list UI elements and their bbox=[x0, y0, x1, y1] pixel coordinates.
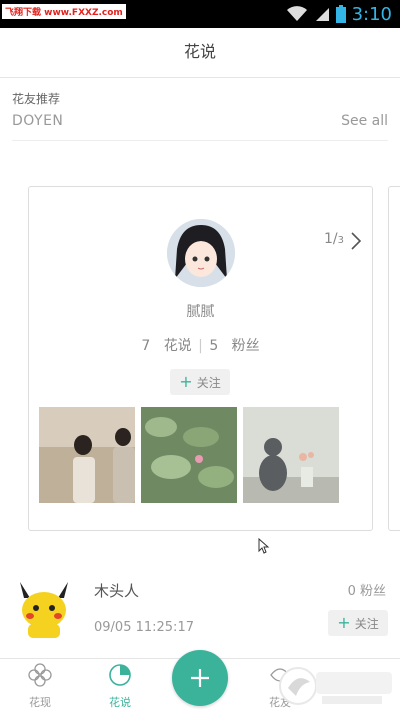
chat-leaf-icon bbox=[109, 664, 131, 686]
card-stats: 7 花说 | 5 粉丝 bbox=[29, 335, 372, 355]
battery-icon bbox=[335, 5, 346, 23]
plus-icon: + bbox=[179, 372, 193, 391]
tab-huaxian[interactable]: 花现 bbox=[10, 663, 70, 710]
status-bar: 飞翔下载 www.FXXZ.com 3:10 bbox=[0, 0, 400, 28]
tab-label: 花现 bbox=[29, 696, 51, 709]
follow-label: 关注 bbox=[196, 375, 221, 390]
avatar[interactable] bbox=[14, 578, 76, 640]
feed-fans: 0 粉丝 bbox=[347, 584, 386, 599]
follow-label: 关注 bbox=[354, 616, 379, 631]
chevron-right-icon[interactable] bbox=[350, 231, 362, 251]
feed-user-name[interactable]: 木头人 bbox=[94, 580, 139, 601]
card-user-name: 腻腻 bbox=[186, 304, 215, 320]
watermark: 飞翔下载 www.FXXZ.com bbox=[2, 4, 126, 19]
feed-date: 09/05 11:25:17 bbox=[94, 620, 194, 635]
wifi-icon bbox=[286, 6, 307, 21]
fans-count: 5 bbox=[209, 338, 219, 354]
posts-count: 7 bbox=[141, 338, 151, 354]
follow-button[interactable]: + 关注 bbox=[328, 610, 388, 636]
see-all-link[interactable]: See all bbox=[341, 113, 388, 129]
clock: 3:10 bbox=[351, 3, 392, 25]
posts-label: 花说 bbox=[163, 338, 192, 354]
recommend-subtitle: DOYEN bbox=[12, 113, 64, 129]
follow-button[interactable]: + 关注 bbox=[170, 369, 230, 395]
tab-huashuo[interactable]: 花说 bbox=[90, 663, 150, 710]
photo-thumbnail[interactable] bbox=[243, 407, 339, 503]
status-icons: 3:10 bbox=[286, 2, 392, 26]
cursor-icon bbox=[258, 538, 270, 554]
recommend-card[interactable]: 1/3 腻腻 7 花说 | 5 粉丝 + 关注 bbox=[28, 186, 373, 531]
pager-total: 3 bbox=[337, 235, 344, 246]
plus-icon bbox=[191, 669, 209, 687]
page-title: 花说 bbox=[0, 28, 400, 78]
signal-icon bbox=[315, 8, 329, 21]
fans-label: 粉丝 bbox=[231, 338, 260, 354]
plus-icon: + bbox=[337, 613, 351, 632]
next-card-peek[interactable] bbox=[388, 186, 400, 531]
pager-current: 1 bbox=[323, 231, 333, 247]
photo-thumbnail[interactable] bbox=[39, 407, 135, 503]
flower-icon bbox=[28, 663, 52, 687]
add-post-button[interactable] bbox=[172, 650, 228, 706]
stats-divider: | bbox=[198, 338, 203, 354]
divider bbox=[12, 140, 388, 141]
recommend-label: 花友推荐 bbox=[12, 92, 61, 106]
photo-thumbnail[interactable] bbox=[141, 407, 237, 503]
watermark-logo bbox=[279, 667, 392, 705]
tab-label: 花说 bbox=[109, 696, 131, 709]
card-pager: 1/3 bbox=[323, 231, 344, 247]
avatar[interactable] bbox=[167, 219, 235, 287]
